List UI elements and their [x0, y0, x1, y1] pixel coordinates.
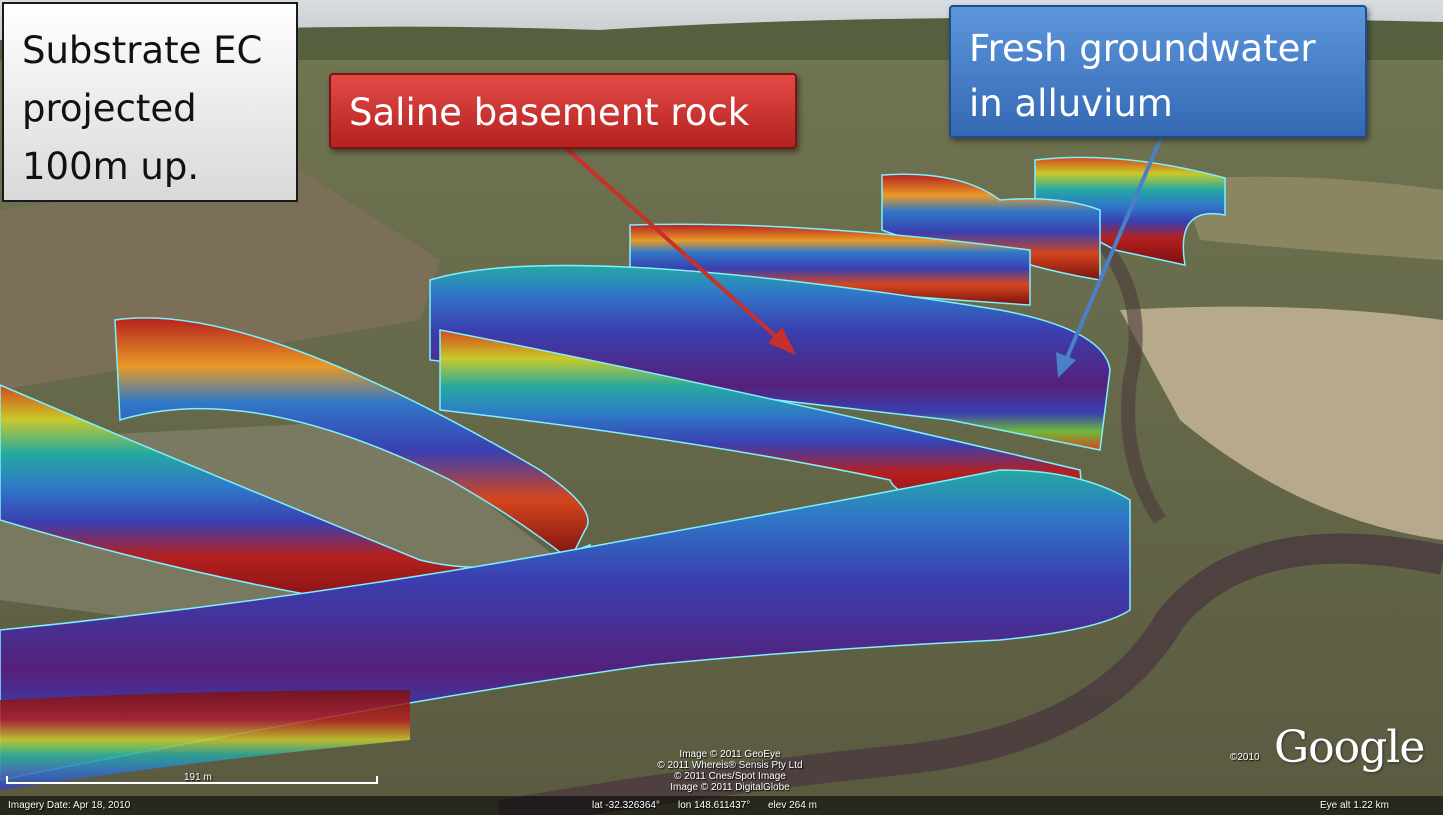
copyright-year: ©2010: [1230, 752, 1260, 763]
callout-line: Substrate EC: [22, 29, 263, 72]
elevation-readout: elev 264 m: [768, 800, 817, 811]
substrate-ec-callout: Substrate EC projected 100m up.: [2, 2, 298, 202]
saline-basement-callout: Saline basement rock: [329, 73, 797, 149]
callout-line: projected: [22, 87, 197, 130]
eye-altitude-readout: Eye alt 1.22 km: [1320, 800, 1389, 811]
latitude-readout: lat -32.326364°: [592, 800, 660, 811]
fresh-groundwater-callout: Fresh groundwater in alluvium: [949, 5, 1367, 138]
callout-line: Fresh groundwater: [969, 27, 1316, 70]
credit-line: Image © 2011 DigitalGlobe: [670, 782, 790, 793]
scale-label: 191 m: [184, 772, 212, 783]
longitude-readout: lon 148.611437°: [678, 800, 751, 811]
callout-line: 100m up.: [22, 145, 200, 188]
credit-line: © 2011 Cnes/Spot Image: [674, 771, 786, 782]
credit-line: Image © 2011 GeoEye: [679, 749, 781, 760]
imagery-date: Imagery Date: Apr 18, 2010: [8, 800, 131, 811]
callout-line: in alluvium: [969, 82, 1173, 125]
google-logo: Google: [1274, 722, 1425, 773]
imagery-credits: Image © 2011 GeoEye © 2011 Whereis® Sens…: [600, 749, 860, 793]
credit-line: © 2011 Whereis® Sensis Pty Ltd: [657, 760, 803, 771]
